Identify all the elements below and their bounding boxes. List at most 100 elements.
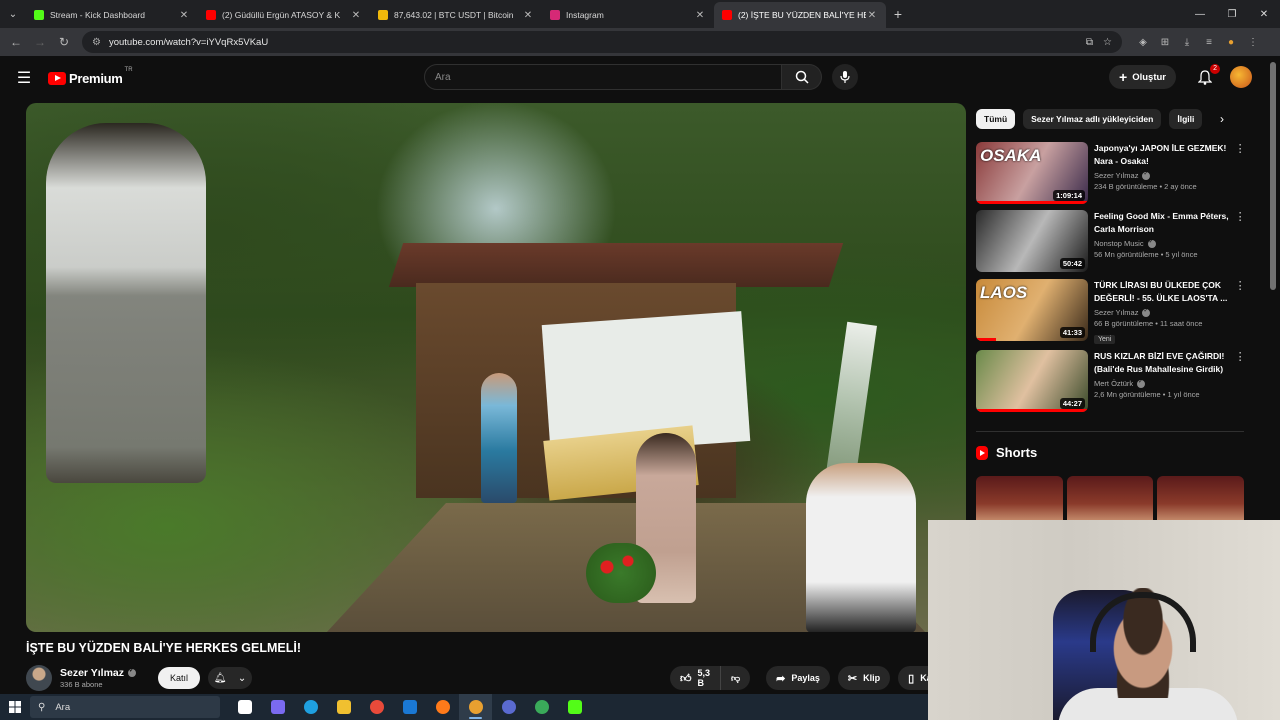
- thumbs-up-icon: 👍︎: [680, 672, 692, 685]
- bookmark-star-icon[interactable]: ☆: [1103, 37, 1112, 48]
- share-button[interactable]: ➦ Paylaş: [766, 666, 830, 690]
- obs-app-button[interactable]: [492, 694, 525, 720]
- cast-icon[interactable]: ⧉: [1086, 37, 1093, 48]
- video-title[interactable]: Japonya'yı JAPON İLE GEZMEK! Nara - Osak…: [1094, 142, 1230, 168]
- more-options-icon[interactable]: ⋮: [1234, 350, 1246, 414]
- more-options-icon[interactable]: ⋮: [1234, 210, 1246, 274]
- windows-logo-icon: [9, 701, 21, 713]
- channel-name[interactable]: Sezer Yılmaz: [1094, 171, 1138, 180]
- close-tab-icon[interactable]: ✕: [694, 10, 706, 21]
- new-badge: Yeni: [1094, 335, 1116, 344]
- search-button[interactable]: [782, 64, 822, 90]
- close-tab-icon[interactable]: ✕: [866, 10, 878, 21]
- browser-tab[interactable]: (2) İŞTE BU YÜZDEN BALİ'YE HE ✕: [714, 2, 886, 28]
- browser-toolbar: ← → ↻ ⚙ youtube.com/watch?v=iYVqRx5VKaU …: [0, 28, 1280, 56]
- like-button[interactable]: 👍︎ 5,3 B: [670, 666, 722, 690]
- subscription-bell-button[interactable]: 🔔︎ ⌄: [208, 667, 253, 689]
- menu-icon[interactable]: ☰: [0, 68, 48, 88]
- window-controls: — ❐ ✕: [1184, 0, 1280, 28]
- account-avatar[interactable]: [1230, 66, 1252, 88]
- video-thumbnail[interactable]: LAOS 41:33: [976, 279, 1088, 341]
- channel-name[interactable]: Nonstop Music: [1094, 239, 1144, 248]
- edge-app-button[interactable]: [294, 694, 327, 720]
- close-tab-icon[interactable]: ✕: [350, 10, 362, 21]
- more-options-icon[interactable]: ⋮: [1234, 142, 1246, 206]
- new-tab-button[interactable]: +: [886, 6, 910, 22]
- browser-tab[interactable]: 87,643.02 | BTC USDT | Bitcoin ✕: [370, 2, 542, 28]
- forward-button[interactable]: →: [28, 35, 52, 49]
- filter-chip[interactable]: Tümü: [976, 109, 1016, 129]
- browser-menu-icon[interactable]: ⋮: [1242, 37, 1264, 48]
- short-thumbnail[interactable]: [1066, 476, 1154, 522]
- outlook-app-button[interactable]: [393, 694, 426, 720]
- extensions-icon[interactable]: ⊞: [1154, 37, 1176, 48]
- shield-icon[interactable]: ◈: [1132, 37, 1154, 48]
- channel-name[interactable]: Mert Öztürk: [1094, 379, 1133, 388]
- notifications-button[interactable]: 2: [1194, 64, 1220, 88]
- tab-search-button[interactable]: ⌄: [0, 0, 26, 28]
- reload-button[interactable]: ↻: [52, 35, 76, 49]
- reading-list-icon[interactable]: ≡: [1198, 37, 1220, 48]
- page-scrollbar[interactable]: [1270, 62, 1276, 290]
- video-player[interactable]: [26, 103, 966, 632]
- close-window-button[interactable]: ✕: [1248, 0, 1280, 28]
- channel-avatar[interactable]: [26, 665, 52, 691]
- tab-favicon-icon: [550, 10, 560, 20]
- back-button[interactable]: ←: [4, 35, 28, 49]
- filter-chip[interactable]: İlgili: [1169, 109, 1203, 129]
- dislike-button[interactable]: 👎︎: [721, 666, 751, 690]
- chrome-app-button[interactable]: [360, 694, 393, 720]
- youtube-logo[interactable]: Premium TR: [48, 67, 133, 86]
- minimize-button[interactable]: —: [1184, 0, 1216, 28]
- task-view-app-button[interactable]: [228, 694, 261, 720]
- chrome-profile-app-button[interactable]: [459, 694, 492, 720]
- video-duration: 41:33: [1059, 327, 1085, 338]
- address-bar[interactable]: ⚙ youtube.com/watch?v=iYVqRx5VKaU ⧉ ☆: [82, 31, 1122, 53]
- recommendation-item[interactable]: 44:27 RUS KIZLAR BİZİ EVE ÇAĞIRDI! (Bali'…: [976, 350, 1246, 414]
- close-tab-icon[interactable]: ✕: [178, 10, 190, 21]
- channel-row: Sezer Yılmaz: [1094, 170, 1230, 180]
- video-thumbnail[interactable]: OSAKA 1:09:14: [976, 142, 1088, 204]
- chevron-right-icon[interactable]: ›: [1220, 112, 1224, 126]
- start-button[interactable]: [0, 701, 30, 713]
- file-explorer-app-button[interactable]: [327, 694, 360, 720]
- video-thumbnail[interactable]: 44:27: [976, 350, 1088, 412]
- video-title[interactable]: TÜRK LİRASI BU ÜLKEDE ÇOK DEĞERLİ! - 55.…: [1094, 279, 1230, 305]
- channel-name[interactable]: Sezer Yılmaz: [1094, 308, 1138, 317]
- video-title[interactable]: RUS KIZLAR BİZİ EVE ÇAĞIRDI! (Bali'de Ru…: [1094, 350, 1230, 376]
- kick-app-button[interactable]: [558, 694, 591, 720]
- channel-name[interactable]: Sezer Yılmaz: [60, 667, 124, 679]
- firefox-app-button[interactable]: [426, 694, 459, 720]
- browser-tab[interactable]: Instagram ✕: [542, 2, 714, 28]
- filter-chip[interactable]: Sezer Yılmaz adlı yükleyiciden: [1023, 109, 1162, 129]
- join-button[interactable]: Katıl: [158, 667, 201, 689]
- short-thumbnail[interactable]: [976, 476, 1063, 522]
- recommendation-item[interactable]: 50:42 Feeling Good Mix - Emma Péters, Car…: [976, 210, 1246, 274]
- browser-tab-bar: ⌄ Stream - Kick Dashboard ✕ (2) Güdüllü Er…: [0, 0, 1280, 28]
- browser-tab[interactable]: Stream - Kick Dashboard ✕: [26, 2, 198, 28]
- voice-search-button[interactable]: [832, 64, 858, 90]
- site-info-icon[interactable]: ⚙: [92, 37, 101, 48]
- browser-tab[interactable]: (2) Güdüllü Ergün ATASOY & K ✕: [198, 2, 370, 28]
- bookmark-icon: ▯: [908, 672, 915, 685]
- clip-button[interactable]: ✂ Klip: [837, 666, 891, 690]
- search-input[interactable]: Ara: [424, 64, 782, 90]
- copilot-app-button[interactable]: [261, 694, 294, 720]
- video-title[interactable]: Feeling Good Mix - Emma Péters, Carla Mo…: [1094, 210, 1230, 236]
- restore-button[interactable]: ❐: [1216, 0, 1248, 28]
- more-options-icon[interactable]: ⋮: [1234, 279, 1246, 343]
- recommendation-item[interactable]: LAOS 41:33 TÜRK LİRASI BU ÜLKEDE ÇOK DEĞER…: [976, 279, 1246, 344]
- profile-icon[interactable]: ●: [1220, 37, 1242, 48]
- create-button[interactable]: + Oluştur: [1109, 65, 1176, 89]
- close-tab-icon[interactable]: ✕: [522, 10, 534, 21]
- tab-strip: Stream - Kick Dashboard ✕ (2) Güdüllü Ergü…: [26, 0, 886, 28]
- recommendation-item[interactable]: OSAKA 1:09:14 Japonya'yı JAPON İLE GEZMEK!…: [976, 142, 1246, 206]
- taskbar-search[interactable]: ⚲ Ara: [30, 696, 220, 718]
- url-text: youtube.com/watch?v=iYVqRx5VKaU: [108, 36, 269, 48]
- short-thumbnail[interactable]: [1157, 476, 1245, 522]
- chrome-alt-app-button[interactable]: [525, 694, 558, 720]
- chrome-profile-icon: [468, 700, 483, 714]
- download-icon[interactable]: ⤓: [1176, 37, 1198, 48]
- header-actions: + Oluştur 2: [1109, 64, 1252, 89]
- video-thumbnail[interactable]: 50:42: [976, 210, 1088, 272]
